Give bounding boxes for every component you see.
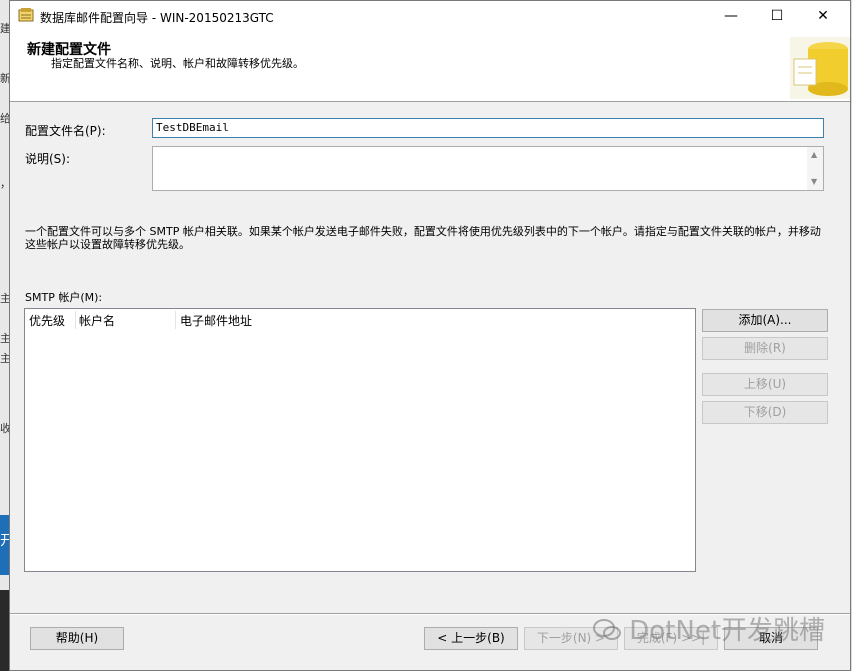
close-button[interactable]: ✕ — [800, 1, 846, 31]
database-mail-app-icon — [18, 8, 34, 22]
database-banner-icon — [790, 37, 850, 99]
column-header-email-address[interactable]: 电子邮件地址 — [180, 312, 252, 329]
bg-taskbar-blue: 开 — [0, 515, 14, 575]
wechat-icon — [593, 619, 621, 640]
maximize-icon: ☐ — [770, 8, 784, 24]
column-divider[interactable] — [75, 311, 76, 329]
watermark: DotNet开发跳槽 — [593, 610, 825, 647]
description-label: 说明(S): — [25, 152, 71, 166]
description-scrollbar[interactable]: ▲ ▼ — [807, 147, 823, 190]
title-bar[interactable]: 数据库邮件配置向导 - WIN-20150213GTC — ☐ ✕ — [10, 1, 850, 31]
profile-name-label: 配置文件名(P): — [25, 124, 106, 138]
watermark-text: DotNet开发跳槽 — [629, 616, 826, 646]
column-header-account-name[interactable]: 帐户名 — [79, 312, 115, 329]
wizard-header: 新建配置文件 指定配置文件名称、说明、帐户和故障转移优先级。 — [10, 31, 850, 102]
column-divider[interactable] — [175, 311, 176, 329]
back-button[interactable]: < 上一步(B) — [424, 627, 518, 650]
window-title: 数据库邮件配置向导 - WIN-20150213GTC — [40, 11, 274, 25]
move-down-button[interactable]: 下移(D) — [702, 401, 828, 424]
info-text: 一个配置文件可以与多个 SMTP 帐户相关联。如果某个帐户发送电子邮件失败，配置… — [25, 225, 821, 251]
move-up-button[interactable]: 上移(U) — [702, 373, 828, 396]
remove-account-button[interactable]: 删除(R) — [702, 337, 828, 360]
column-header-priority[interactable]: 优先级 — [29, 312, 65, 329]
minimize-button[interactable]: — — [708, 1, 754, 31]
help-button[interactable]: 帮助(H) — [30, 627, 124, 650]
profile-name-input[interactable]: TestDBEmail — [152, 118, 824, 138]
background-window-edge: 建 新 给 ， 主 主 主 收 开 — [0, 0, 14, 671]
add-account-button[interactable]: 添加(A)... — [702, 309, 828, 332]
page-subtitle: 指定配置文件名称、说明、帐户和故障转移优先级。 — [51, 57, 304, 70]
bg-taskbar-dark — [0, 590, 9, 671]
scroll-down-icon[interactable]: ▼ — [811, 177, 817, 186]
scroll-up-icon[interactable]: ▲ — [811, 150, 817, 159]
wizard-window: 数据库邮件配置向导 - WIN-20150213GTC — ☐ ✕ 新建配置文件… — [9, 0, 851, 671]
smtp-accounts-label: SMTP 帐户(M): — [25, 291, 103, 304]
minimize-icon: — — [724, 8, 738, 24]
smtp-accounts-list[interactable]: 优先级 帐户名 电子邮件地址 — [24, 308, 696, 572]
maximize-button[interactable]: ☐ — [754, 1, 800, 31]
close-icon: ✕ — [817, 8, 829, 24]
description-input[interactable]: ▲ ▼ — [152, 146, 824, 191]
